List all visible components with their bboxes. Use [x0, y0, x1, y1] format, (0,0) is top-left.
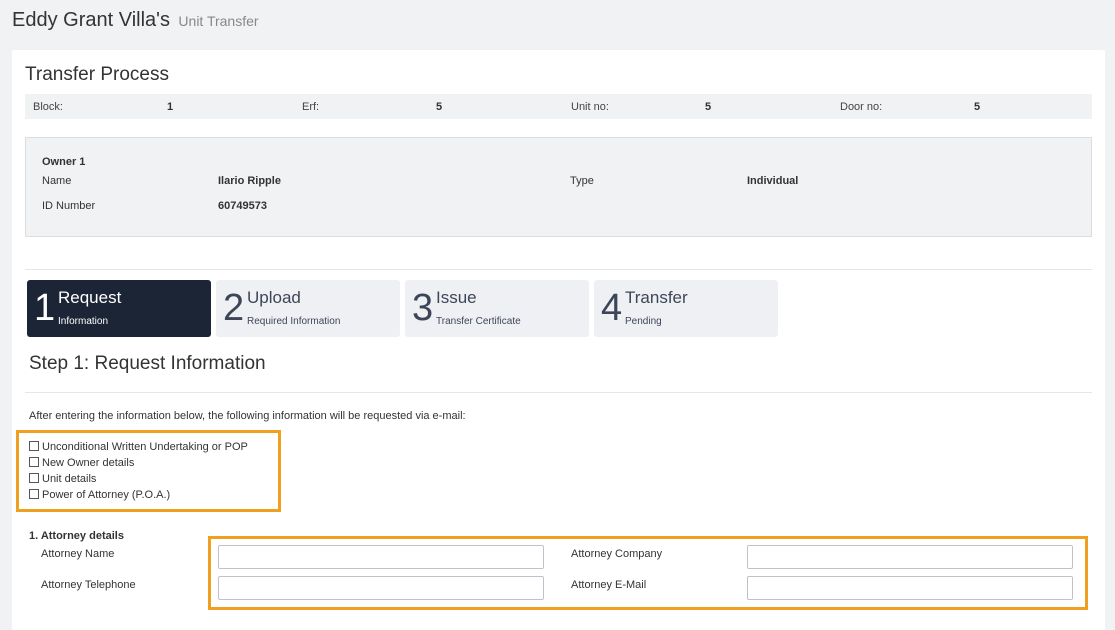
attorney-name-label: Attorney Name [41, 548, 115, 560]
checkbox-icon[interactable] [29, 457, 39, 467]
checkbox-label: Unit details [42, 473, 97, 485]
checkbox-power-of-attorney[interactable]: Power of Attorney (P.O.A.) [29, 488, 170, 502]
step-name: Request [58, 288, 122, 307]
checkbox-icon[interactable] [29, 473, 39, 483]
page-subtitle: Unit Transfer [178, 13, 259, 29]
intro-text: After entering the information below, th… [29, 410, 466, 422]
transfer-card: Transfer Process Block: 1 Erf: 5 Unit no… [12, 50, 1105, 630]
attorney-section-title: 1. Attorney details [29, 530, 124, 542]
step-transfer[interactable]: 4 Transfer Pending [594, 280, 778, 337]
door-no-value: 5 [974, 101, 981, 113]
door-no-label: Door no: [840, 101, 883, 113]
checkbox-label: New Owner details [42, 457, 135, 469]
erf-label: Erf: [302, 101, 320, 113]
card-title: Transfer Process [25, 64, 169, 85]
page-title: Eddy Grant Villa's [12, 9, 170, 31]
step-number: 1 [34, 287, 56, 329]
step-number: 4 [601, 287, 623, 329]
checkbox-label: Power of Attorney (P.O.A.) [42, 489, 171, 501]
heading-divider [25, 392, 1092, 393]
requested-items-checklist: Unconditional Written Undertaking or POP… [16, 430, 281, 512]
step-number: 3 [412, 287, 434, 329]
attorney-telephone-label: Attorney Telephone [41, 579, 136, 591]
step-subtitle: Required Information [247, 316, 341, 327]
attorney-email-input[interactable] [747, 576, 1073, 600]
checkbox-written-undertaking[interactable]: Unconditional Written Undertaking or POP [29, 440, 248, 454]
owner-id-label: ID Number [42, 200, 96, 212]
step-name: Issue [436, 288, 477, 307]
step-subtitle: Information [58, 316, 109, 327]
block-label: Block: [33, 101, 63, 113]
step-subtitle: Pending [625, 316, 662, 327]
checkbox-label: Unconditional Written Undertaking or POP [42, 441, 248, 453]
checkbox-unit-details[interactable]: Unit details [29, 472, 96, 486]
owner-id-value: 60749573 [218, 200, 267, 212]
block-value: 1 [167, 101, 174, 113]
owner-heading: Owner 1 [42, 156, 86, 168]
step-heading: Step 1: Request Information [29, 353, 266, 374]
step-name: Upload [247, 288, 301, 307]
unit-no-label: Unit no: [571, 101, 609, 113]
attorney-company-input[interactable] [747, 545, 1073, 569]
section-divider [25, 269, 1092, 270]
step-name: Transfer [625, 288, 688, 307]
owner-name-value: Ilario Ripple [218, 175, 281, 187]
unit-no-value: 5 [705, 101, 712, 113]
page-header: Eddy Grant Villa's Unit Transfer [12, 9, 259, 32]
owner-type-label: Type [570, 175, 594, 187]
owner-type-value: Individual [747, 175, 799, 187]
checkbox-icon[interactable] [29, 489, 39, 499]
step-number: 2 [223, 287, 245, 329]
attorney-telephone-input[interactable] [218, 576, 544, 600]
checkbox-new-owner-details[interactable]: New Owner details [29, 456, 134, 470]
erf-value: 5 [436, 101, 443, 113]
owner-name-label: Name [42, 175, 72, 187]
step-issue[interactable]: 3 Issue Transfer Certificate [405, 280, 589, 337]
checkbox-icon[interactable] [29, 441, 39, 451]
step-upload[interactable]: 2 Upload Required Information [216, 280, 400, 337]
unit-info-row: Block: 1 Erf: 5 Unit no: 5 Door no: 5 [25, 94, 1092, 119]
step-subtitle: Transfer Certificate [436, 316, 521, 327]
attorney-name-input[interactable] [218, 545, 544, 569]
owner-panel: Owner 1 Name Ilario Ripple Type Individu… [25, 137, 1092, 237]
step-request[interactable]: 1 Request Information [27, 280, 211, 337]
